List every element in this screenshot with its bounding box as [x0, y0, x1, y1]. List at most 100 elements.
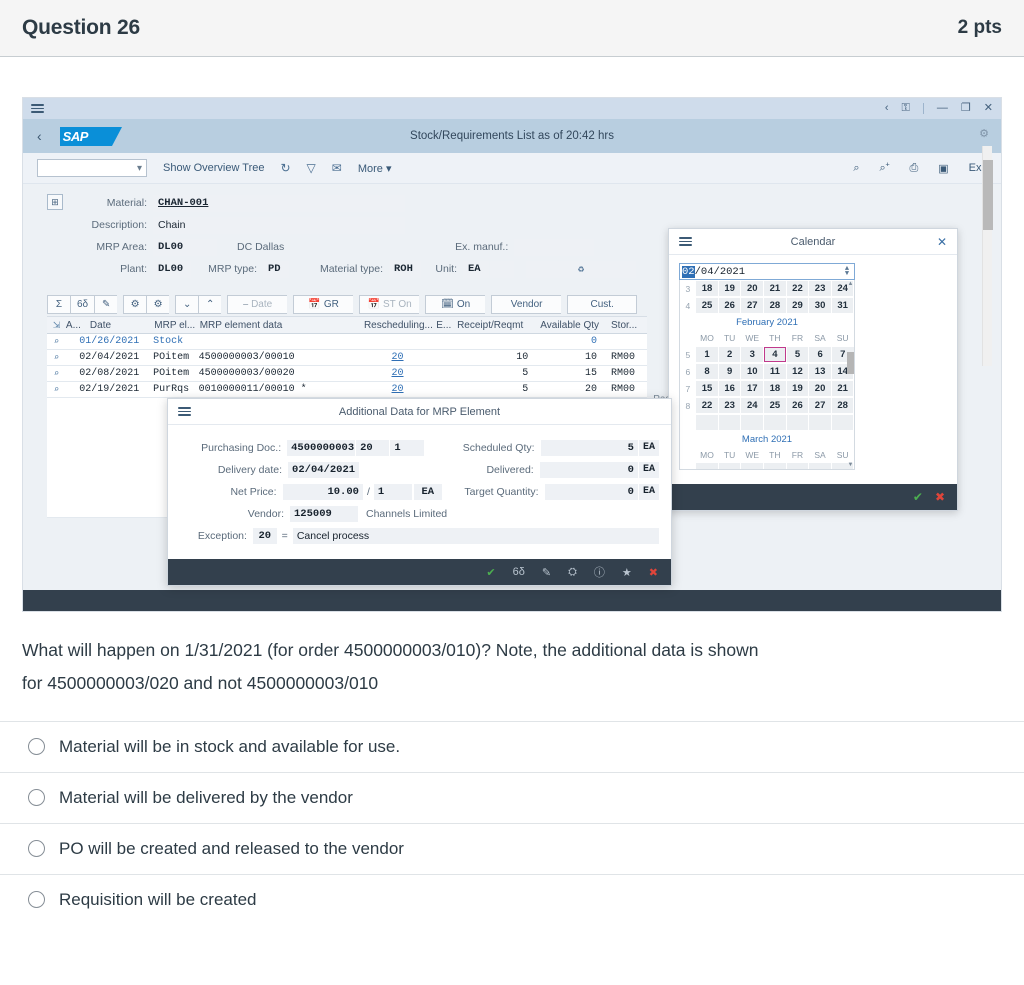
calendar-day[interactable]: 21	[764, 281, 786, 296]
more-menu-button[interactable]: More ▾	[358, 162, 392, 175]
purchasing-doc-field[interactable]: 4500000003	[287, 439, 356, 456]
answer-option[interactable]: Requisition will be created	[0, 873, 1024, 925]
ex-manuf-field[interactable]	[514, 238, 595, 256]
calendar-day[interactable]: 3	[741, 347, 764, 362]
scheduled-qty-field[interactable]: 5	[540, 439, 638, 456]
calendar-cancel-icon[interactable]: ✖	[935, 490, 945, 504]
calendar-day[interactable]: 6	[809, 347, 831, 362]
calendar-day[interactable]: 12	[786, 364, 809, 379]
calendar-day[interactable]	[786, 415, 809, 430]
answer-option[interactable]: PO will be created and released to the v…	[0, 822, 1024, 874]
back-icon[interactable]: ‹	[885, 103, 889, 114]
calendar-day[interactable]: 19	[786, 381, 809, 396]
net-price-field[interactable]: 10.00	[282, 483, 363, 500]
display-icon[interactable]: 6δ	[513, 566, 525, 578]
row-resched-link[interactable]: 20	[392, 384, 404, 395]
row-resched-link[interactable]: 20	[392, 368, 404, 379]
calendar-day[interactable]: 29	[786, 298, 809, 313]
calendar-day[interactable]	[696, 415, 718, 430]
toolbar-on-button[interactable]: 🗓 On	[425, 295, 486, 314]
star-icon[interactable]: ★	[622, 566, 632, 579]
toolbar-cust-button[interactable]: Cust.	[567, 295, 638, 314]
radio-button[interactable]	[28, 789, 45, 806]
calendar-day[interactable]	[718, 415, 741, 430]
confirm-icon[interactable]: ✔	[486, 566, 495, 579]
expand-tree-icon[interactable]: ⊞	[47, 194, 63, 210]
row-detail-icon[interactable]: ⌕	[47, 337, 66, 347]
minimize-icon[interactable]: —	[937, 103, 948, 114]
scrollbar-thumb[interactable]	[983, 160, 993, 230]
mrp-type-field[interactable]: PD	[263, 260, 289, 278]
toolbar-sum-button[interactable]: Σ	[47, 295, 70, 314]
calendar-day[interactable]: 18	[764, 381, 786, 396]
description-field[interactable]: Chain	[153, 216, 405, 234]
calendar-day[interactable]: 19	[718, 281, 741, 296]
refresh-icon[interactable]: ↻	[280, 161, 290, 175]
calendar-day[interactable]: 22	[696, 398, 718, 413]
search-icon[interactable]: ⌕	[853, 162, 859, 175]
plant-field[interactable]: DL00	[153, 260, 191, 278]
calendar-scrollbar[interactable]: ▲ ▼	[847, 280, 854, 469]
toolbar-expand-node-button[interactable]: ⚙	[123, 295, 147, 314]
toolbar-edit-button[interactable]: ✎	[94, 295, 118, 314]
radio-button[interactable]	[28, 738, 45, 755]
calendar-close-icon[interactable]: ✕	[937, 235, 947, 249]
toolbar-vendor-button[interactable]: Vendor	[491, 295, 562, 314]
search-next-icon[interactable]: ⌕⁺	[880, 162, 890, 175]
calendar-day[interactable]	[741, 463, 764, 469]
row-detail-icon[interactable]: ⌕	[47, 385, 66, 395]
calendar-confirm-icon[interactable]: ✔	[913, 490, 923, 504]
layout-icon[interactable]: ▣	[938, 162, 948, 175]
table-row[interactable]: ⌕ 02/08/2021 POitem 4500000003/00020 20 …	[47, 366, 647, 382]
calendar-day[interactable]: 28	[764, 298, 786, 313]
header-stor[interactable]: Stor...	[605, 320, 647, 331]
table-row[interactable]: ⌕ 02/19/2021 PurRqs 0010000011/00010 * 2…	[47, 382, 647, 398]
purchasing-item-field[interactable]: 20	[356, 439, 390, 456]
row-detail-icon[interactable]: ⌕	[47, 353, 66, 363]
restore-icon[interactable]: ❐	[961, 103, 971, 114]
select-all-icon[interactable]: ⇲	[47, 320, 66, 331]
calendar-day[interactable]: 25	[696, 298, 718, 313]
material-field[interactable]: CHAN-001	[153, 194, 405, 212]
calendar-day[interactable]: 15	[696, 381, 718, 396]
calendar-day[interactable]: 23	[809, 281, 831, 296]
calendar-day[interactable]: 30	[809, 298, 831, 313]
calendar-day[interactable]: 2	[718, 347, 741, 362]
calendar-day[interactable]	[764, 415, 786, 430]
shell-back-icon[interactable]: ‹	[37, 128, 42, 144]
vendor-number-field[interactable]: 125009	[290, 505, 358, 522]
toolbar-scroll-up-button[interactable]: ⌃	[198, 295, 222, 314]
calendar-day-selected[interactable]: 4	[764, 347, 786, 362]
calendar-day[interactable]: 18	[696, 281, 718, 296]
exception-text-field[interactable]: Cancel process	[292, 527, 660, 544]
target-quantity-field[interactable]: 0	[544, 483, 638, 500]
info-icon[interactable]: ⓘ	[594, 564, 605, 580]
print-icon[interactable]: ⎙	[909, 162, 918, 175]
calendar-day[interactable]: 20	[809, 381, 831, 396]
calendar-day[interactable]: 22	[786, 281, 809, 296]
calendar-day[interactable]: 9	[718, 364, 741, 379]
hierarchy-icon[interactable]: ⛭	[568, 566, 577, 579]
calendar-day[interactable]: 23	[718, 398, 741, 413]
scroll-up-arrow-icon[interactable]: ▲	[847, 281, 854, 287]
toolbar-view-button[interactable]: 6δ	[70, 295, 95, 314]
calendar-day[interactable]	[809, 463, 831, 469]
mail-icon[interactable]: ✉	[332, 161, 342, 175]
calendar-day[interactable]: 26	[718, 298, 741, 313]
unit-field-2[interactable]	[490, 260, 514, 278]
calendar-day[interactable]	[764, 463, 786, 469]
gear-icon[interactable]: ⚙	[975, 124, 993, 142]
row-detail-icon[interactable]: ⌕	[47, 369, 66, 379]
scroll-down-arrow-icon[interactable]: ▼	[847, 462, 854, 468]
toolbar-collapse-node-button[interactable]: ⚙	[146, 295, 170, 314]
material-type-field[interactable]: ROH	[389, 260, 421, 278]
calendar-day[interactable]	[741, 415, 764, 430]
delivery-date-field[interactable]: 02/04/2021	[288, 461, 360, 478]
answer-option[interactable]: Material will be in stock and available …	[0, 720, 1024, 772]
hamburger-icon[interactable]	[31, 102, 44, 116]
calendar-day[interactable]: 26	[786, 398, 809, 413]
header-a[interactable]: A...	[66, 320, 81, 331]
answer-option[interactable]: Material will be delivered by the vendor	[0, 771, 1024, 823]
header-mrp-element-data[interactable]: MRP element data	[200, 320, 361, 331]
lock-icon[interactable]: ⚿	[902, 103, 910, 114]
